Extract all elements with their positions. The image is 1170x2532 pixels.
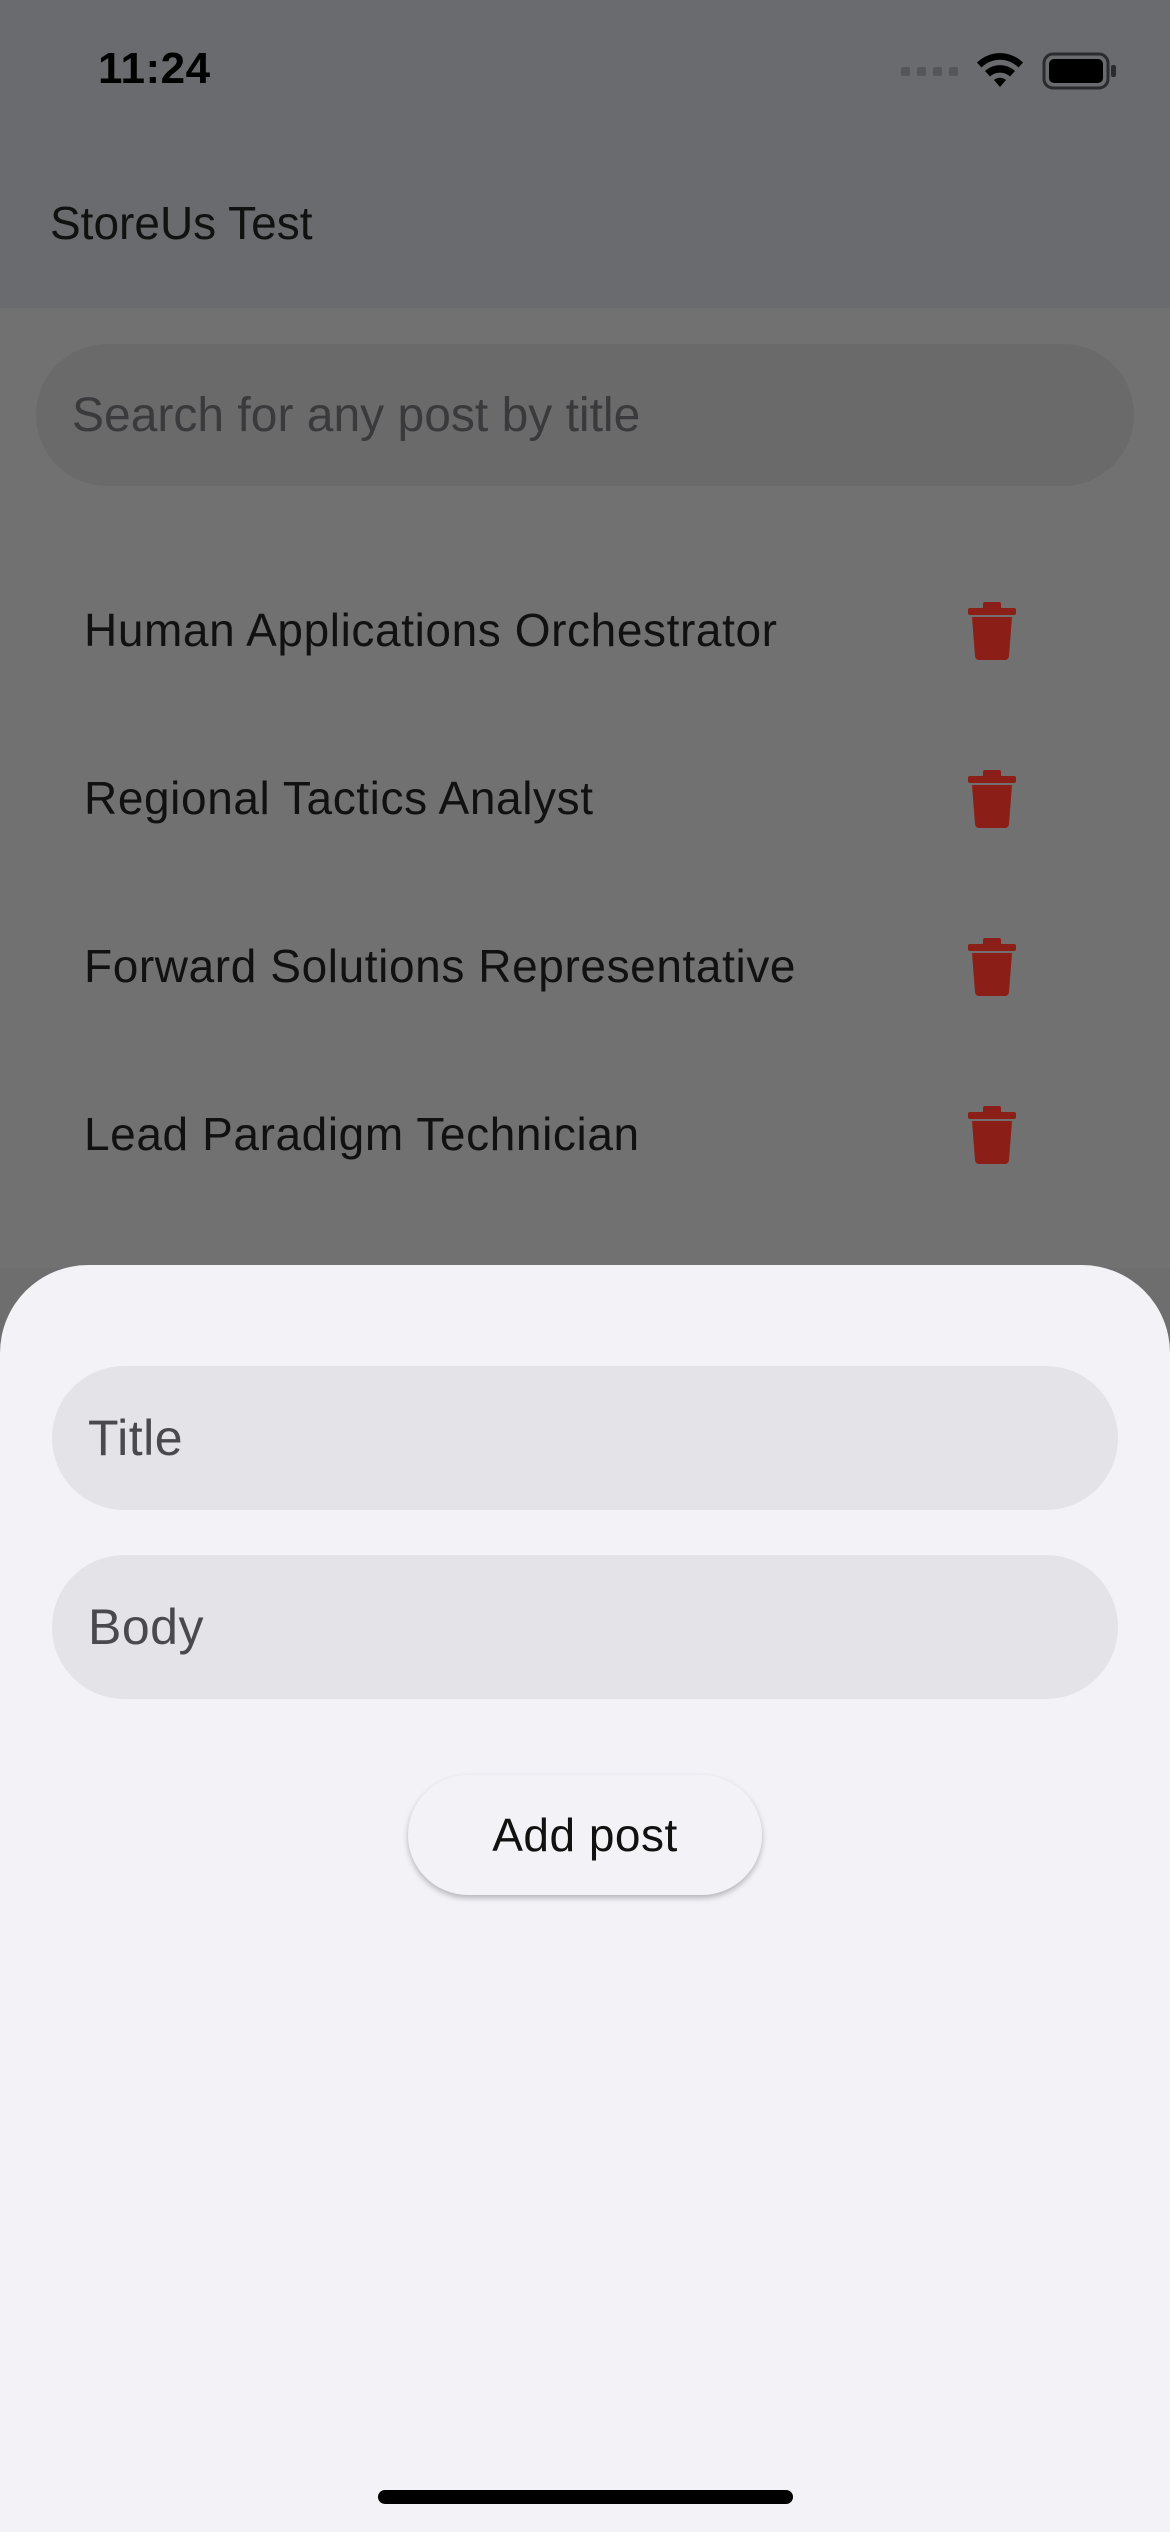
search-placeholder: Search for any post by title [72,388,641,442]
add-post-button[interactable]: Add post [408,1775,762,1895]
trash-icon[interactable] [964,600,1020,660]
title-placeholder: Title [88,1410,184,1466]
status-icons [901,52,1118,90]
title-input[interactable]: Title [52,1366,1118,1510]
wifi-icon [977,53,1023,87]
trash-icon[interactable] [964,1104,1020,1164]
post-title: Human Applications Orchestrator [84,604,778,656]
top-bar: 11:24 StoreUs Test [0,0,1170,308]
trash-icon[interactable] [964,768,1020,828]
post-list: Human Applications Orchestrator Regional… [0,546,1170,1218]
list-item[interactable]: Human Applications Orchestrator [0,546,1170,714]
trash-icon[interactable] [964,936,1020,996]
post-title: Regional Tactics Analyst [84,772,594,824]
status-time: 11:24 [98,44,211,93]
search-input[interactable]: Search for any post by title [36,344,1134,486]
list-item[interactable]: Regional Tactics Analyst [0,714,1170,882]
post-title: Forward Solutions Representative [84,940,797,992]
post-title: Lead Paradigm Technician [84,1108,640,1160]
list-item[interactable]: Forward Solutions Representative [0,882,1170,1050]
body-placeholder: Body [88,1599,204,1655]
app-screen: 11:24 StoreUs Test Search for any post b… [0,0,1170,2532]
home-indicator[interactable] [378,2490,793,2504]
app-title: StoreUs Test [50,197,313,249]
cellular-signal-icon [901,66,958,76]
list-item[interactable]: Lead Paradigm Technician [0,1050,1170,1218]
add-post-sheet: Title Body Add post [0,1265,1170,2532]
battery-icon [1042,52,1116,90]
body-input[interactable]: Body [52,1555,1118,1699]
